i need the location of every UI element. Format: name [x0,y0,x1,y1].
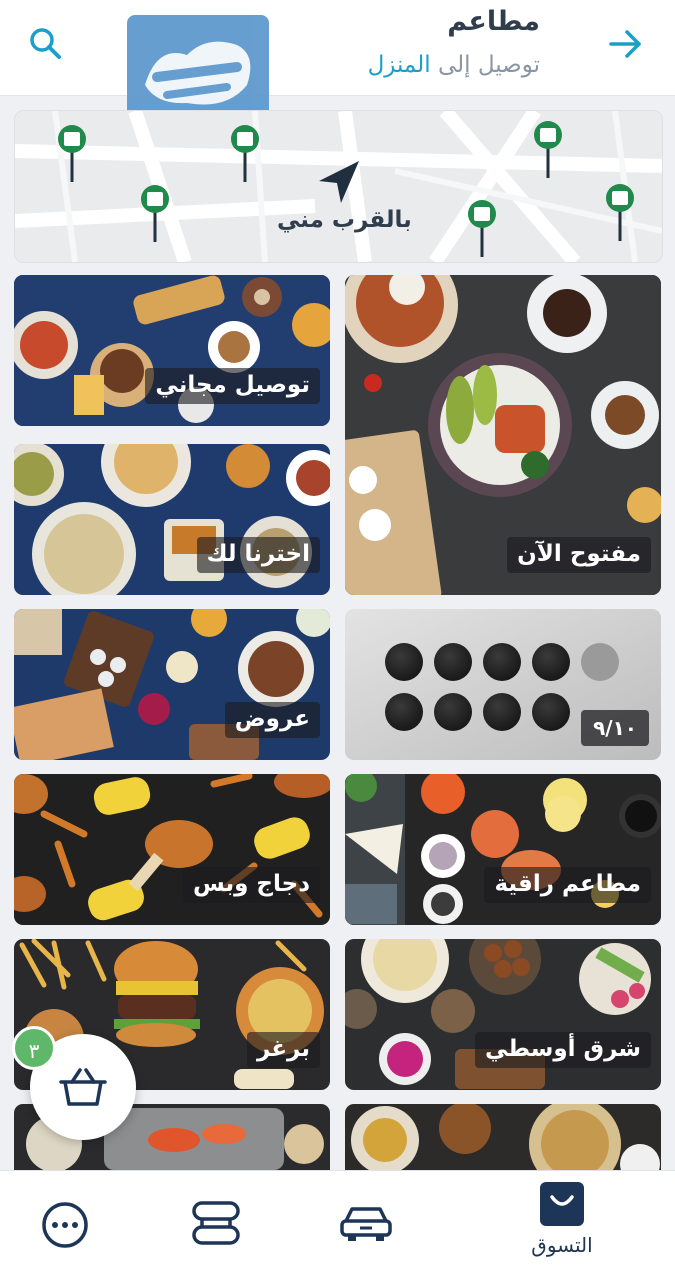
tile-label: شرق أوسطي [475,1032,651,1068]
nearby-label: بالقرب مني [277,207,412,233]
tile-label: عروض [224,702,320,738]
search-icon [30,28,61,59]
tile-label: توصيل مجاني [145,368,320,404]
tile-label: مطاعم راقية [484,867,651,903]
app-header: مطاعم توصيل إلى المنزل [0,0,675,137]
delivery-prefix: توصيل إلى [437,52,540,78]
category-open-now[interactable]: مفتوح الآن [345,275,661,595]
nav-shopping-label: التسوق [531,1233,593,1257]
food-image [345,1104,661,1170]
carousel-dot [434,643,472,681]
search-button[interactable] [26,24,66,64]
restaurant-pin-icon[interactable] [138,184,172,244]
category-our-picks[interactable]: اخترنا لك [14,444,330,595]
carousel-dot [483,643,521,681]
tile-label: برغر [247,1032,320,1068]
nav-shopping[interactable]: التسوق [502,1171,622,1281]
restaurant-pin-icon[interactable] [55,124,89,184]
delivery-location[interactable]: توصيل إلى المنزل [368,52,540,78]
carousel-page-indicator: ٩/١٠ [581,710,649,746]
cart-count-badge: ٣ [12,1026,56,1070]
nav-orders[interactable] [156,1171,276,1281]
category-offers[interactable]: عروض [14,609,330,760]
delivery-location-value: المنزل [367,52,431,78]
category-middle-eastern[interactable]: شرق أوسطي [345,939,661,1090]
restaurant-pin-icon[interactable] [531,120,565,180]
car-icon [340,1207,392,1241]
carousel-dot [532,643,570,681]
orders-icon [192,1201,240,1245]
promo-carousel[interactable]: ٩/١٠ [345,609,661,760]
page-title: مطاعم [447,6,540,37]
carousel-dot [532,693,570,731]
category-chicken[interactable]: دجاج وبس [14,774,330,925]
category-rice-dishes[interactable] [345,1104,661,1170]
nav-more[interactable] [6,1171,126,1281]
back-button[interactable] [605,22,645,66]
tile-label: اخترنا لك [196,537,320,573]
carousel-dot [385,643,423,681]
basket-icon [59,1068,107,1106]
shopping-bag-icon [540,1182,584,1226]
carousel-dot [483,693,521,731]
arrow-right-icon [609,30,641,58]
carousel-dot [581,643,619,681]
bottom-navigation: التسوق [0,1170,675,1281]
category-free-delivery[interactable]: توصيل مجاني [14,275,330,426]
nearby-map[interactable]: بالقرب مني [14,110,663,263]
restaurant-pin-icon[interactable] [228,124,262,184]
carousel-dot [434,693,472,731]
category-fine-dining[interactable]: مطاعم راقية [345,774,661,925]
restaurant-pin-icon[interactable] [603,183,637,243]
tile-label: مفتوح الآن [507,537,651,573]
nav-rides[interactable] [306,1171,426,1281]
restaurant-pin-icon[interactable] [465,199,499,259]
location-arrow-icon [319,161,359,203]
tile-label: دجاج وبس [182,867,320,903]
carousel-dot [385,693,423,731]
more-icon [42,1202,88,1248]
